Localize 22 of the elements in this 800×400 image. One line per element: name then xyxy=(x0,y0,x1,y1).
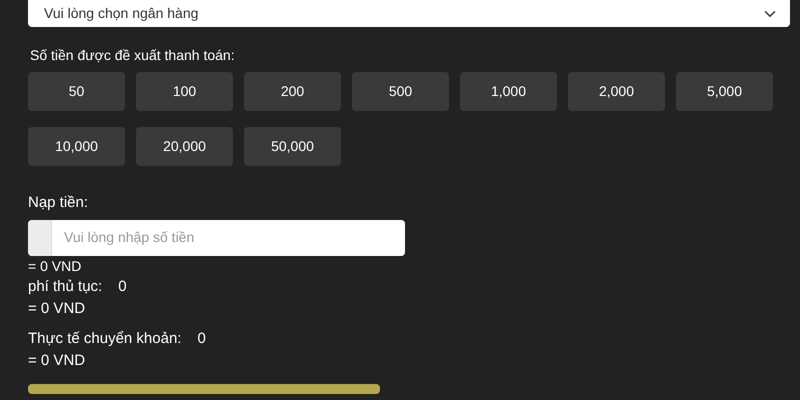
amount-option[interactable]: 1,000 xyxy=(460,72,557,111)
amount-option[interactable]: 10,000 xyxy=(28,127,125,166)
amount-option[interactable]: 5,000 xyxy=(676,72,773,111)
bank-select[interactable]: Vui lòng chọn ngân hàng xyxy=(28,0,790,27)
amount-option[interactable]: 50 xyxy=(28,72,125,111)
fee-label: phí thủ tục: xyxy=(28,276,102,296)
amount-option[interactable]: 2,000 xyxy=(568,72,665,111)
amount-option[interactable]: 50,000 xyxy=(244,127,341,166)
submit-button[interactable] xyxy=(28,384,380,394)
amount-label: Số tiền được đề xuất thanh toán: xyxy=(30,46,236,65)
deposit-label: Nạp tiền: xyxy=(28,193,90,213)
amount-option[interactable]: 100 xyxy=(136,72,233,111)
fee-value: 0 xyxy=(118,276,127,296)
actual-transfer-converted: = 0 VND xyxy=(28,352,86,368)
deposit-input[interactable]: Vui lòng nhập số tiền xyxy=(28,220,405,256)
actual-transfer-value: 0 xyxy=(197,328,206,348)
fee-converted: = 0 VND xyxy=(28,300,86,316)
amount-option[interactable]: 200 xyxy=(244,72,341,111)
amount-option[interactable]: 20,000 xyxy=(136,127,233,166)
amount-option[interactable]: 500 xyxy=(352,72,449,111)
deposit-converted: = 0 VND xyxy=(28,258,82,274)
actual-transfer-label: Thực tế chuyển khoản: xyxy=(28,328,182,348)
